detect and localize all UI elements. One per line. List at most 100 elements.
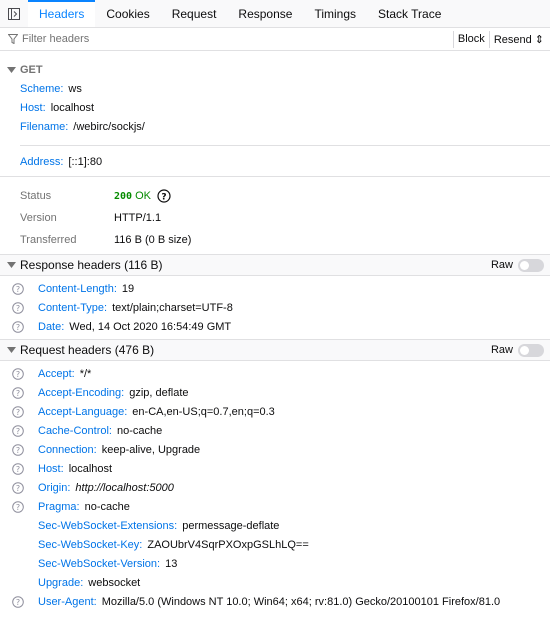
- host-value: localhost: [50, 101, 95, 114]
- header-value: localhost: [68, 462, 113, 475]
- tab-headers[interactable]: Headers: [28, 0, 96, 27]
- svg-text:?: ?: [16, 369, 20, 378]
- header-name: Upgrade:: [38, 576, 84, 589]
- header-value: gzip, deflate: [129, 386, 189, 399]
- header-value: no-cache: [116, 424, 163, 437]
- header-name: Cache-Control:: [38, 424, 112, 437]
- tab-timings[interactable]: Timings: [303, 0, 367, 27]
- header-name: Accept-Encoding:: [38, 386, 125, 399]
- header-value: 19: [121, 282, 135, 295]
- headers-panel: GET Scheme: ws Host: localhost Filename:…: [0, 51, 550, 621]
- header-row: ? Connection: keep-alive, Upgrade: [0, 440, 550, 459]
- address-value: [::1]:80: [68, 155, 103, 168]
- version-label: Version: [20, 212, 57, 224]
- tab-response[interactable]: Response: [227, 0, 303, 27]
- svg-text:?: ?: [16, 483, 20, 492]
- help-icon[interactable]: ?: [157, 189, 171, 203]
- help-icon[interactable]: ?: [11, 424, 25, 438]
- header-value: en-CA,en-US;q=0.7,en;q=0.3: [132, 405, 275, 418]
- scheme-value: ws: [68, 82, 82, 95]
- header-name: Accept:: [38, 367, 75, 380]
- header-row: ? Content-Type: text/plain;charset=UTF-8: [0, 298, 550, 317]
- header-value: */*: [79, 367, 92, 380]
- header-row: ? User-Agent: Mozilla/5.0 (Windows NT 10.0…: [0, 592, 550, 611]
- filename-value: /webirc/sockjs/: [73, 120, 145, 133]
- header-value: websocket: [88, 576, 141, 589]
- help-icon[interactable]: ?: [11, 462, 25, 476]
- header-row: ? Date: Wed, 14 Oct 2020 16:54:49 GMT: [0, 317, 550, 336]
- raw-label: Raw: [490, 344, 513, 356]
- svg-text:?: ?: [16, 303, 20, 312]
- header-row: Sec-WebSocket-Version: 13: [0, 554, 550, 573]
- response-headers-section[interactable]: Response headers (116 B) Raw: [0, 254, 550, 276]
- help-icon[interactable]: ?: [11, 320, 25, 334]
- help-icon[interactable]: ?: [11, 386, 25, 400]
- status-code: 200: [114, 190, 133, 202]
- help-icon[interactable]: ?: [11, 301, 25, 315]
- help-icon[interactable]: ?: [11, 282, 25, 296]
- scheme-row: Scheme: ws: [0, 79, 550, 98]
- raw-label: Raw: [490, 259, 513, 271]
- transferred-value: 116 B (0 B size): [114, 234, 192, 246]
- header-value: 13: [165, 557, 178, 570]
- header-name: Content-Type:: [38, 301, 108, 314]
- request-headers-section[interactable]: Request headers (476 B) Raw: [0, 339, 550, 361]
- header-name: Accept-Language:: [38, 405, 128, 418]
- header-value: no-cache: [84, 500, 130, 513]
- svg-text:?: ?: [16, 284, 20, 293]
- help-icon[interactable]: ?: [11, 595, 25, 609]
- help-icon[interactable]: ?: [11, 443, 25, 457]
- header-row: ? Pragma: no-cache: [0, 497, 550, 516]
- resend-button[interactable]: Resend ⇕: [488, 30, 550, 48]
- header-row: ? Accept-Language: en-CA,en-US;q=0.7,en;q=…: [0, 402, 550, 421]
- host-key: Host:: [20, 101, 46, 114]
- version-value: HTTP/1.1: [114, 212, 162, 224]
- address-key: Address:: [20, 155, 64, 168]
- help-icon[interactable]: ?: [11, 405, 25, 419]
- filename-row: Filename: /webirc/sockjs/: [0, 117, 550, 136]
- header-value: Mozilla/5.0 (Windows NT 10.0; Win64; x64…: [101, 595, 501, 608]
- tab-stack-trace[interactable]: Stack Trace: [367, 0, 452, 27]
- tab-cookies[interactable]: Cookies: [95, 0, 160, 27]
- help-icon[interactable]: ?: [11, 481, 25, 495]
- filter-headers-input[interactable]: [18, 33, 453, 45]
- header-row: Sec-WebSocket-Extensions: permessage-defl…: [0, 516, 550, 535]
- svg-text:?: ?: [16, 322, 20, 331]
- toggle-sidebar-button[interactable]: [0, 0, 28, 27]
- details-tab-bar: Headers Cookies Request Response Timings…: [0, 0, 550, 28]
- expanded-triangle-icon: [6, 260, 17, 271]
- request-raw-toggle[interactable]: Raw: [490, 343, 544, 357]
- header-row: ? Host: localhost: [0, 459, 550, 478]
- svg-text:?: ?: [16, 388, 20, 397]
- header-name: Pragma:: [38, 500, 80, 513]
- divider: [20, 145, 550, 146]
- status-value: 200 OK ?: [114, 189, 171, 203]
- header-name: Date:: [38, 320, 65, 333]
- header-name: Origin:: [38, 481, 71, 494]
- svg-text:?: ?: [16, 445, 20, 454]
- header-name: Connection:: [38, 443, 97, 456]
- header-value: ZAOUbrV4SqrPXOxpGSLhLQ==: [147, 538, 309, 551]
- raw-switch[interactable]: [518, 343, 544, 357]
- help-icon[interactable]: ?: [11, 367, 25, 381]
- header-value: keep-alive, Upgrade: [101, 443, 201, 456]
- request-headers-title: Request headers (476 B): [20, 343, 155, 357]
- request-summary-toggle[interactable]: GET: [0, 61, 550, 79]
- header-row: ? Accept-Encoding: gzip, deflate: [0, 383, 550, 402]
- header-value: Wed, 14 Oct 2020 16:54:49 GMT: [69, 320, 232, 333]
- header-name: Sec-WebSocket-Key:: [38, 538, 143, 551]
- svg-text:?: ?: [16, 502, 20, 511]
- tab-request[interactable]: Request: [161, 0, 228, 27]
- response-raw-toggle[interactable]: Raw: [490, 258, 544, 272]
- header-row: Sec-WebSocket-Key: ZAOUbrV4SqrPXOxpGSLhLQ…: [0, 535, 550, 554]
- header-name: Sec-WebSocket-Version:: [38, 557, 161, 570]
- block-button[interactable]: Block: [452, 30, 489, 48]
- status-row: Status 200 OK ?: [0, 185, 550, 207]
- svg-text:?: ?: [16, 597, 20, 606]
- expanded-triangle-icon: [6, 65, 17, 76]
- svg-text:?: ?: [16, 426, 20, 435]
- help-icon[interactable]: ?: [11, 500, 25, 514]
- header-value: permessage-deflate: [182, 519, 280, 532]
- header-name: Sec-WebSocket-Extensions:: [38, 519, 178, 532]
- raw-switch[interactable]: [518, 258, 544, 272]
